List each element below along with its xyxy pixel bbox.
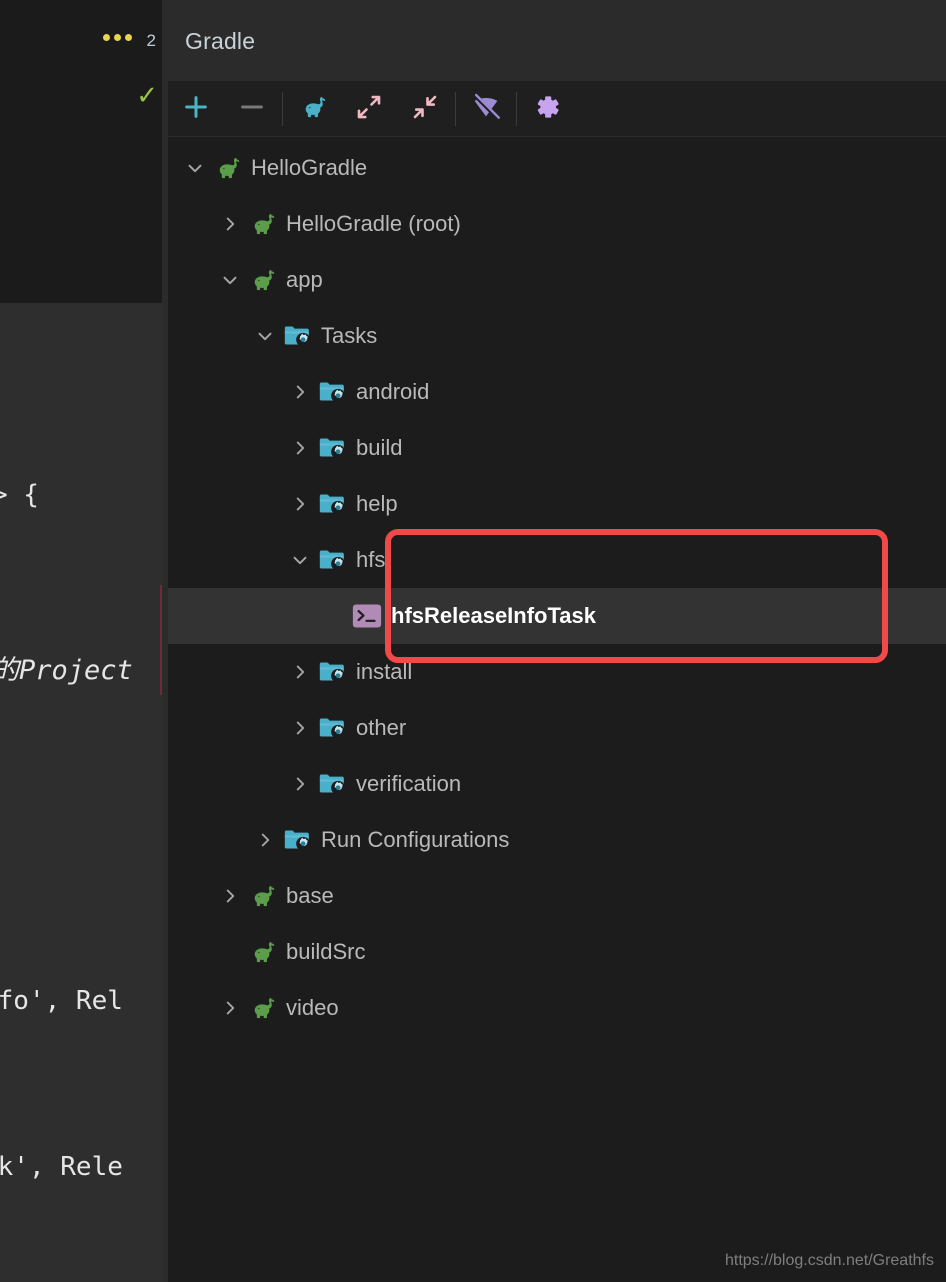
tree-node-label: install xyxy=(356,659,413,684)
tree-node-label: Run Configurations xyxy=(321,827,510,852)
gradle-settings-button[interactable] xyxy=(519,81,575,137)
terminal-task-icon xyxy=(352,601,382,631)
toggle-offline-mode-button[interactable] xyxy=(458,81,514,137)
gear-icon xyxy=(531,91,563,128)
tree-node-label: help xyxy=(356,491,398,516)
tree-row[interactable]: hfs xyxy=(168,532,946,588)
tree-node-label: Tasks xyxy=(321,323,378,348)
elephant-icon xyxy=(247,993,277,1023)
tree-node-label: hfsReleaseInfoTask xyxy=(391,603,597,628)
chevron-down-icon[interactable] xyxy=(252,323,278,349)
tree-row[interactable]: buildSrc xyxy=(168,924,946,980)
task-folder-icon xyxy=(317,713,347,743)
toolbar-divider xyxy=(168,136,946,137)
tree-node-label: other xyxy=(356,715,407,740)
tree-row[interactable]: other xyxy=(168,700,946,756)
tree-row[interactable]: HelloGradle xyxy=(168,140,946,196)
chevron-right-icon[interactable] xyxy=(217,995,243,1021)
editor-strip: 2 ✓ > { 的Project nfo', Rel sk', Rele xyxy=(0,0,306,1282)
editor-top-bar: 2 xyxy=(0,0,168,81)
task-folder-icon xyxy=(282,825,312,855)
expand-arrows-icon xyxy=(354,92,384,127)
task-folder-icon xyxy=(282,321,312,351)
tree-node-label: HelloGradle (root) xyxy=(286,211,461,236)
code-fragment-1: > { xyxy=(0,480,39,510)
tree-node-label: base xyxy=(286,883,334,908)
tree-row[interactable]: build xyxy=(168,420,946,476)
tree-row[interactable]: Tasks xyxy=(168,308,946,364)
code-fragment-2: 的Project xyxy=(0,655,133,686)
chevron-right-icon[interactable] xyxy=(287,491,313,517)
tree-row[interactable]: verification xyxy=(168,756,946,812)
code-fragment-4: sk', Rele xyxy=(0,1152,123,1182)
chevron-right-icon[interactable] xyxy=(287,435,313,461)
toolbar-separator xyxy=(282,92,283,126)
tree-node-label: build xyxy=(356,435,403,460)
minus-icon xyxy=(237,92,267,127)
remove-button[interactable] xyxy=(224,81,280,137)
tree-row[interactable]: android xyxy=(168,364,946,420)
elephant-icon xyxy=(247,265,277,295)
tree-node-label: hfs xyxy=(356,547,386,572)
collapse-arrows-icon xyxy=(410,92,440,127)
tree-row-selected[interactable]: hfsReleaseInfoTask xyxy=(168,588,946,644)
tree-node-label: app xyxy=(286,267,323,292)
tree-row[interactable]: install xyxy=(168,644,946,700)
task-folder-icon xyxy=(317,769,347,799)
chevron-right-icon[interactable] xyxy=(217,211,243,237)
task-folder-icon xyxy=(317,433,347,463)
gradle-project-tree[interactable]: HelloGradle HelloGradle (root) app Tasks and… xyxy=(168,140,946,1240)
task-folder-icon xyxy=(317,657,347,687)
task-folder-icon xyxy=(317,489,347,519)
tree-node-label: android xyxy=(356,379,430,404)
task-folder-icon xyxy=(317,377,347,407)
tree-row[interactable]: Run Configurations xyxy=(168,812,946,868)
tree-row[interactable]: app xyxy=(168,252,946,308)
elephant-icon xyxy=(247,881,277,911)
gradle-toolbar xyxy=(168,81,946,137)
chevron-right-icon[interactable] xyxy=(217,883,243,909)
chevron-down-icon[interactable] xyxy=(217,267,243,293)
chevron-right-icon[interactable] xyxy=(287,659,313,685)
tree-row[interactable]: base xyxy=(168,868,946,924)
expand-all-button[interactable] xyxy=(341,81,397,137)
chevron-down-icon[interactable] xyxy=(182,155,208,181)
add-button[interactable] xyxy=(168,81,224,137)
task-folder-icon xyxy=(317,545,347,575)
tree-node-label: HelloGradle xyxy=(251,155,368,180)
editor-gutter-panel xyxy=(0,81,168,303)
three-yellow-dots-icon[interactable] xyxy=(103,34,132,41)
toolbar-separator xyxy=(516,92,517,126)
gradle-panel-header: Gradle xyxy=(168,0,946,81)
tree-node-label: video xyxy=(286,995,339,1020)
code-fragment-3: nfo', Rel xyxy=(0,986,123,1016)
screen-root: 2 ✓ > { 的Project nfo', Rel sk', Rele Gra… xyxy=(0,0,946,1282)
toolbar-separator xyxy=(455,92,456,126)
execute-gradle-task-button[interactable] xyxy=(285,81,341,137)
gradle-tool-window: Gradle HelloGradle HelloGradle (root) app T… xyxy=(168,0,946,1282)
tree-row[interactable]: HelloGradle (root) xyxy=(168,196,946,252)
chevron-down-icon[interactable] xyxy=(287,547,313,573)
tree-row[interactable]: help xyxy=(168,476,946,532)
page-title: Gradle xyxy=(185,28,256,54)
chevron-right-icon[interactable] xyxy=(287,379,313,405)
chevron-right-icon[interactable] xyxy=(252,827,278,853)
tree-node-label: buildSrc xyxy=(286,939,366,964)
chevron-right-icon[interactable] xyxy=(287,715,313,741)
editor-scrollbar[interactable] xyxy=(147,100,306,1282)
offline-mode-icon xyxy=(470,91,502,128)
watermark-text: https://blog.csdn.net/Greathfs xyxy=(724,1252,934,1269)
collapse-all-button[interactable] xyxy=(397,81,453,137)
elephant-icon xyxy=(298,92,328,127)
elephant-icon xyxy=(212,153,242,183)
chevron-right-icon[interactable] xyxy=(287,771,313,797)
tree-row[interactable]: video xyxy=(168,980,946,1036)
elephant-icon xyxy=(247,937,277,967)
warning-count: 2 xyxy=(146,31,156,50)
tree-node-label: verification xyxy=(356,771,462,796)
elephant-icon xyxy=(247,209,277,239)
plus-icon xyxy=(181,92,211,127)
